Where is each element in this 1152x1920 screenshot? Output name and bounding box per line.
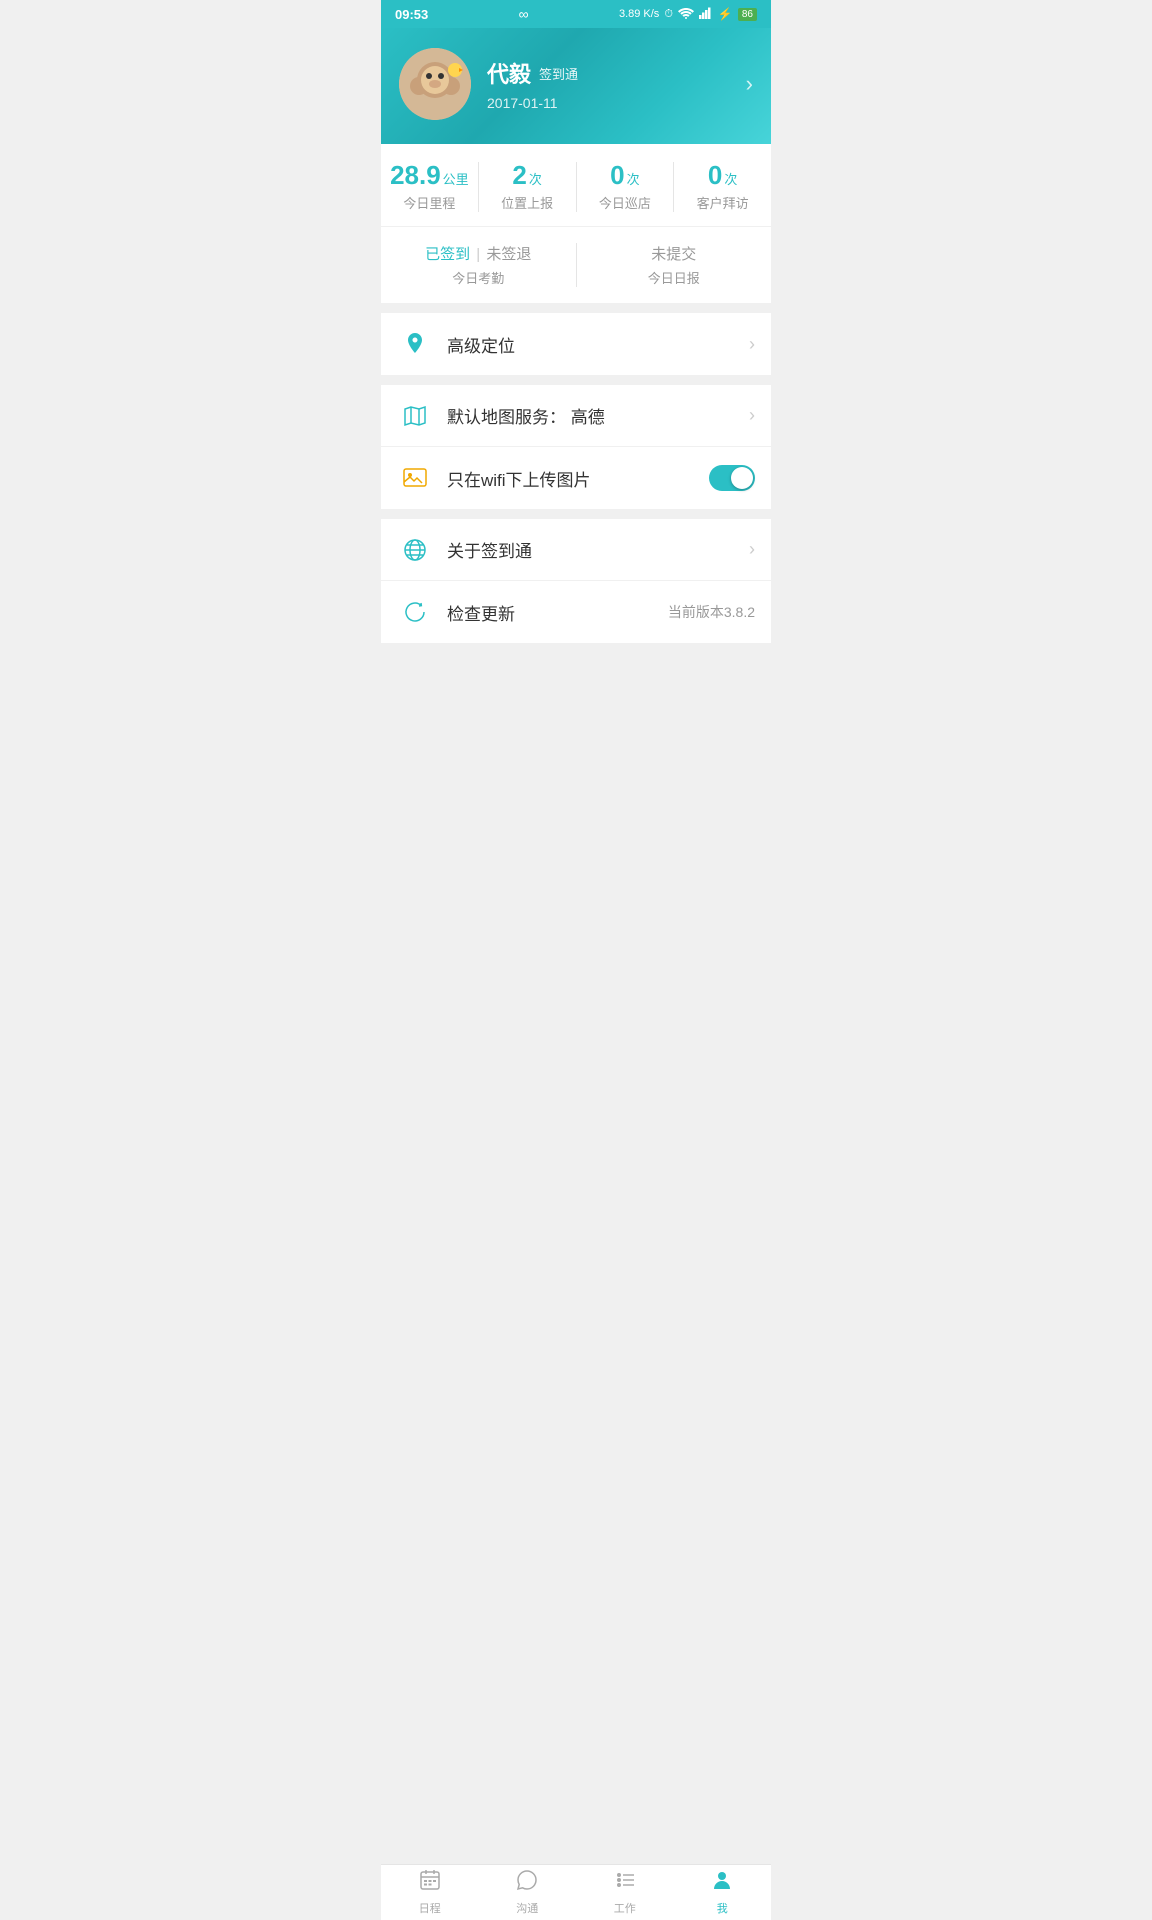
menu-wifi-upload-right (709, 465, 755, 491)
section-divider-2 (381, 375, 771, 385)
status-speed: 3.89 K/s (619, 8, 659, 20)
nav-item-me[interactable]: 我 (674, 1865, 772, 1920)
attendance-label: 今日考勤 (381, 268, 576, 287)
user-date: 2017-01-11 (487, 95, 746, 111)
app-badge: 签到通 (539, 64, 578, 83)
nav-me-label: 我 (717, 1900, 728, 1916)
report-unsigned-label: 未提交 (651, 246, 696, 263)
menu-location-arrow-icon: › (749, 334, 755, 355)
me-icon (711, 1869, 733, 1897)
status-time: 09:53 (395, 7, 428, 22)
unsigned-label: 未签退 (486, 246, 531, 263)
nav-item-schedule[interactable]: 日程 (381, 1865, 479, 1920)
menu-item-location[interactable]: 高级定位 › (381, 313, 771, 375)
stat-mileage-value: 28.9 (390, 162, 441, 188)
stat-mileage-unit: 公里 (443, 169, 469, 188)
stats-row: 28.9 公里 今日里程 2 次 位置上报 0 次 今日巡店 0 次 客户拜访 (381, 144, 771, 226)
menu-item-update[interactable]: 检查更新 当前版本3.8.2 (381, 581, 771, 643)
menu-about-arrow-icon: › (749, 539, 755, 560)
avatar (399, 48, 471, 120)
user-name: 代毅 (487, 57, 531, 89)
nav-schedule-label: 日程 (419, 1900, 441, 1916)
stat-location-unit: 次 (529, 169, 542, 188)
report-status: 未提交 (577, 243, 772, 264)
globe-icon (397, 532, 433, 568)
status-icons: 3.89 K/s ⏱ ⚡ 86 (619, 7, 757, 22)
stat-mileage-label: 今日里程 (381, 193, 478, 212)
menu-item-map[interactable]: 默认地图服务： 高德 › (381, 385, 771, 447)
schedule-icon (419, 1869, 441, 1897)
status-infinity-icon: ∞ (519, 6, 529, 22)
menu-section-map: 默认地图服务： 高德 › 只在wifi下上传图片 (381, 385, 771, 509)
report-label: 今日日报 (577, 268, 772, 287)
menu-map-right: › (749, 405, 755, 426)
stat-patrol-label: 今日巡店 (577, 193, 674, 212)
clock-icon: ⏱ (664, 8, 673, 21)
profile-header[interactable]: 代毅 签到通 2017-01-11 › (381, 28, 771, 144)
nav-item-chat[interactable]: 沟通 (479, 1865, 577, 1920)
stat-patrol-value: 0 (610, 162, 624, 188)
stat-location-value: 2 (512, 162, 526, 188)
daily-report[interactable]: 未提交 今日日报 (577, 243, 772, 287)
wifi-icon (678, 7, 694, 22)
profile-arrow-icon[interactable]: › (746, 71, 753, 97)
menu-map-text: 默认地图服务： 高德 (447, 403, 749, 428)
section-divider-1 (381, 303, 771, 313)
attendance-row: 已签到 | 未签退 今日考勤 未提交 今日日报 (381, 227, 771, 303)
map-icon (397, 398, 433, 434)
stat-visit-value: 0 (708, 162, 722, 188)
status-bar: 09:53 ∞ 3.89 K/s ⏱ ⚡ 86 (381, 0, 771, 28)
menu-location-right: › (749, 334, 755, 355)
section-divider-3 (381, 509, 771, 519)
stat-mileage: 28.9 公里 今日里程 (381, 162, 479, 212)
menu-update-text: 检查更新 (447, 600, 668, 625)
signal-icon (699, 7, 713, 22)
stat-visit-label: 客户拜访 (674, 193, 771, 212)
bottom-nav: 日程 沟通 工作 我 (381, 1864, 771, 1920)
toggle-knob (731, 467, 753, 489)
attendance-status: 已签到 | 未签退 (381, 243, 576, 264)
signed-label: 已签到 (425, 246, 470, 263)
stat-visit: 0 次 客户拜访 (674, 162, 771, 212)
stat-visit-unit: 次 (724, 169, 737, 188)
menu-update-version: 当前版本3.8.2 (668, 602, 755, 622)
work-icon (614, 1869, 636, 1897)
attendance-checkin[interactable]: 已签到 | 未签退 今日考勤 (381, 243, 577, 287)
stat-patrol: 0 次 今日巡店 (577, 162, 675, 212)
wifi-upload-toggle[interactable] (709, 465, 755, 491)
menu-wifi-upload-text: 只在wifi下上传图片 (447, 466, 709, 491)
menu-section-location: 高级定位 › (381, 313, 771, 375)
stat-patrol-unit: 次 (627, 169, 640, 188)
menu-item-wifi-upload[interactable]: 只在wifi下上传图片 (381, 447, 771, 509)
menu-update-right: 当前版本3.8.2 (668, 602, 755, 622)
menu-about-text: 关于签到通 (447, 537, 749, 562)
nav-chat-label: 沟通 (516, 1900, 538, 1916)
chat-icon (516, 1869, 538, 1897)
stat-location-label: 位置上报 (479, 193, 576, 212)
nav-work-label: 工作 (614, 1900, 636, 1916)
location-icon (397, 326, 433, 362)
menu-location-text: 高级定位 (447, 332, 749, 357)
stat-location: 2 次 位置上报 (479, 162, 577, 212)
nav-item-work[interactable]: 工作 (576, 1865, 674, 1920)
menu-item-about[interactable]: 关于签到通 › (381, 519, 771, 581)
menu-about-right: › (749, 539, 755, 560)
menu-section-about: 关于签到通 › 检查更新 当前版本3.8.2 (381, 519, 771, 643)
charging-icon: ⚡ (718, 7, 733, 21)
profile-info: 代毅 签到通 2017-01-11 (487, 57, 746, 111)
battery-icon: 86 (738, 8, 757, 21)
image-upload-icon (397, 460, 433, 496)
refresh-icon (397, 594, 433, 630)
menu-map-arrow-icon: › (749, 405, 755, 426)
